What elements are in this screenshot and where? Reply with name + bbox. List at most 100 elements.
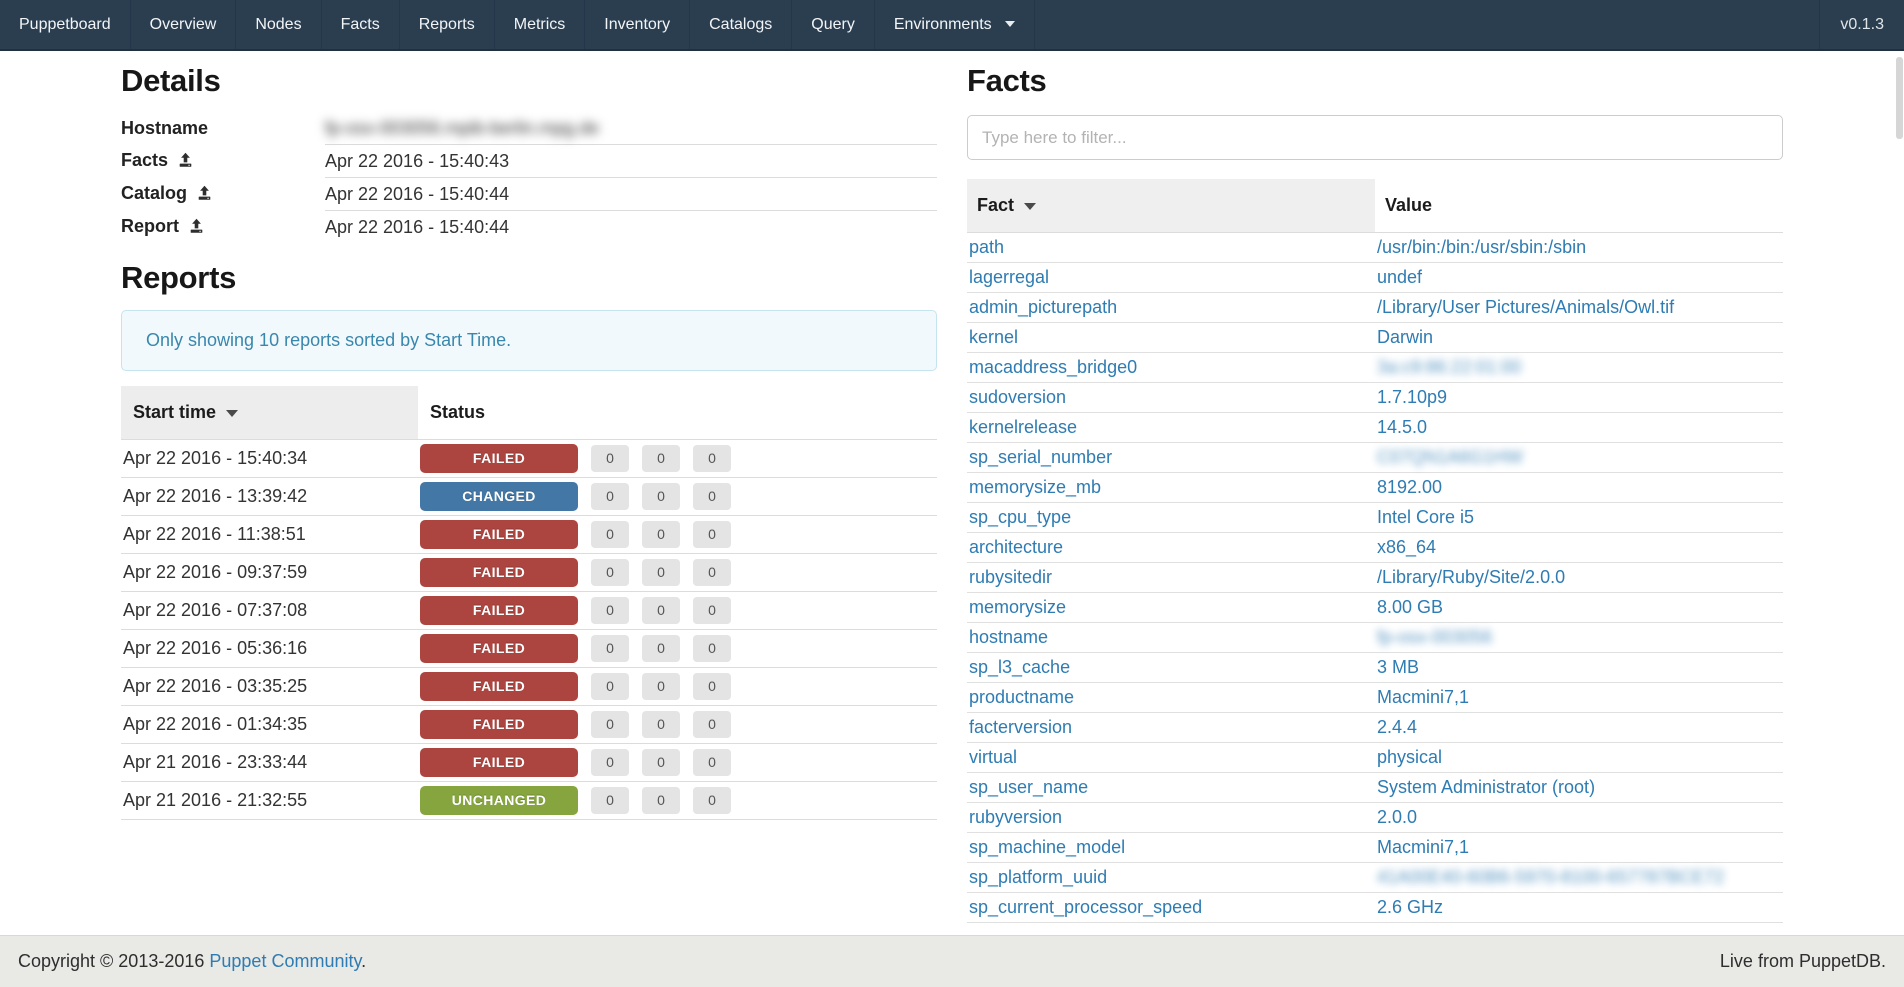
scrollbar-thumb[interactable] (1896, 57, 1903, 139)
fact-name-link[interactable]: rubysitedir (969, 567, 1052, 587)
reports-sort-header-start-time[interactable]: Start time (121, 386, 418, 440)
fact-name-link[interactable]: sp_platform_uuid (969, 867, 1107, 887)
report-row: Apr 22 2016 - 15:40:34FAILED000 (121, 439, 937, 477)
fact-name-link[interactable]: kernel (969, 327, 1018, 347)
count-chip: 0 (591, 597, 629, 624)
fact-value-link[interactable]: /usr/bin:/bin:/usr/sbin:/sbin (1377, 237, 1586, 257)
fact-value-link[interactable]: /Library/Ruby/Site/2.0.0 (1377, 567, 1565, 587)
nav-item-reports[interactable]: Reports (400, 0, 495, 49)
fact-name-link[interactable]: hostname (969, 627, 1048, 647)
fact-name-link[interactable]: sp_machine_model (969, 837, 1125, 857)
fact-name-link[interactable]: sp_user_name (969, 777, 1088, 797)
fact-row: sp_serial_number C07QN1A6G1HW (967, 443, 1783, 473)
count-chip: 0 (693, 445, 731, 472)
fact-name-link[interactable]: architecture (969, 537, 1063, 557)
fact-name-cell: sp_cpu_type (967, 503, 1375, 533)
fact-name-link[interactable]: macaddress_bridge0 (969, 357, 1137, 377)
fact-name-link[interactable]: sp_current_processor_speed (969, 897, 1202, 917)
nav-item-inventory[interactable]: Inventory (585, 0, 690, 49)
fact-name-link[interactable]: sp_cpu_type (969, 507, 1071, 527)
fact-name-link[interactable]: admin_picturepath (969, 297, 1117, 317)
fact-name-cell: kernelrelease (967, 413, 1375, 443)
fact-value-link[interactable]: undef (1377, 267, 1422, 287)
nav-items: OverviewNodesFactsReportsMetricsInventor… (131, 0, 875, 49)
fact-value-link[interactable]: 3 MB (1377, 657, 1419, 677)
fact-value-link[interactable]: 14.5.0 (1377, 417, 1427, 437)
fact-value-link[interactable]: x86_64 (1377, 537, 1436, 557)
puppet-community-link[interactable]: Puppet Community (209, 951, 361, 971)
nav-item-nodes[interactable]: Nodes (236, 0, 321, 49)
nav-brand[interactable]: Puppetboard (0, 0, 131, 49)
fact-name-link[interactable]: productname (969, 687, 1074, 707)
nav-item-environments[interactable]: Environments (875, 0, 1035, 49)
footer-copyright-prefix: Copyright © 2013-2016 (18, 951, 209, 971)
fact-name-link[interactable]: memorysize (969, 597, 1066, 617)
report-start-time: Apr 22 2016 - 05:36:16 (121, 629, 418, 667)
fact-name-cell: path (967, 233, 1375, 263)
nav-item-metrics[interactable]: Metrics (495, 0, 586, 49)
fact-name-link[interactable]: virtual (969, 747, 1017, 767)
fact-name-link[interactable]: lagerregal (969, 267, 1049, 287)
status-badge: FAILED (420, 634, 578, 663)
count-chip: 0 (642, 597, 680, 624)
nav-item-query[interactable]: Query (792, 0, 875, 49)
fact-value-link[interactable]: 8.00 GB (1377, 597, 1443, 617)
fact-row: macaddress_bridge0 3a:c9:86:22:01:00 (967, 353, 1783, 383)
fact-value-link[interactable]: /Library/User Pictures/Animals/Owl.tif (1377, 297, 1674, 317)
facts-header-value: Value (1375, 179, 1783, 233)
fact-value-link[interactable]: 8192.00 (1377, 477, 1442, 497)
fact-value-link[interactable]: C07QN1A6G1HW (1377, 447, 1523, 467)
fact-value-cell: Darwin (1375, 323, 1783, 353)
fact-value-link[interactable]: 2.4.4 (1377, 717, 1417, 737)
details-value: Apr 22 2016 - 15:40:44 (325, 211, 937, 244)
fact-value-cell: 3a:c9:86:22:01:00 (1375, 353, 1783, 383)
fact-value-link[interactable]: fp-osx-003056 (1377, 627, 1492, 647)
upload-icon[interactable] (196, 185, 213, 206)
fact-name-link[interactable]: rubyversion (969, 807, 1062, 827)
reports-header-status: Status (418, 386, 937, 440)
fact-name-link[interactable]: facterversion (969, 717, 1072, 737)
fact-name-link[interactable]: path (969, 237, 1004, 257)
fact-name-link[interactable]: memorysize_mb (969, 477, 1101, 497)
fact-value-link[interactable]: physical (1377, 747, 1442, 767)
fact-value-link[interactable]: 2.6 GHz (1377, 897, 1443, 917)
count-chip: 0 (591, 749, 629, 776)
fact-value-link[interactable]: Darwin (1377, 327, 1433, 347)
fact-value-link[interactable]: 2.0.0 (1377, 807, 1417, 827)
sort-desc-icon (226, 410, 238, 417)
upload-icon[interactable] (188, 218, 205, 239)
fact-name-link[interactable]: sp_l3_cache (969, 657, 1070, 677)
nav-item-facts[interactable]: Facts (322, 0, 400, 49)
fact-value-link[interactable]: 3a:c9:86:22:01:00 (1377, 357, 1521, 377)
fact-value-link[interactable]: Intel Core i5 (1377, 507, 1474, 527)
count-chip: 0 (693, 483, 731, 510)
fact-name-link[interactable]: kernelrelease (969, 417, 1077, 437)
fact-value-cell: fp-osx-003056 (1375, 623, 1783, 653)
count-chip: 0 (591, 711, 629, 738)
report-status-cell: FAILED000 (418, 743, 937, 781)
details-label: Hostname (121, 113, 325, 145)
report-row: Apr 21 2016 - 23:33:44FAILED000 (121, 743, 937, 781)
fact-value-link[interactable]: Macmini7,1 (1377, 687, 1469, 707)
footer-copyright: Copyright © 2013-2016 Puppet Community. (18, 951, 366, 972)
facts-sort-header-fact[interactable]: Fact (967, 179, 1375, 233)
fact-value-link[interactable]: 1.7.10p9 (1377, 387, 1447, 407)
nav-item-catalogs[interactable]: Catalogs (690, 0, 792, 49)
fact-value-link[interactable]: Macmini7,1 (1377, 837, 1469, 857)
report-start-time: Apr 22 2016 - 09:37:59 (121, 553, 418, 591)
fact-value-link[interactable]: System Administrator (root) (1377, 777, 1595, 797)
nav-environments-label: Environments (894, 16, 992, 33)
fact-row: sp_machine_model Macmini7,1 (967, 833, 1783, 863)
fact-name-link[interactable]: sudoversion (969, 387, 1066, 407)
fact-value-link[interactable]: 41A00E40-60B6-5970-8100-657787BCE72 (1377, 867, 1724, 887)
count-chip: 0 (693, 673, 731, 700)
fact-row: kernelrelease 14.5.0 (967, 413, 1783, 443)
nav-item-overview[interactable]: Overview (131, 0, 237, 49)
upload-icon[interactable] (177, 152, 194, 173)
count-chip: 0 (642, 559, 680, 586)
fact-name-link[interactable]: sp_serial_number (969, 447, 1112, 467)
facts-filter-input[interactable] (967, 115, 1783, 160)
count-chip: 0 (642, 445, 680, 472)
fact-value-cell: System Administrator (root) (1375, 773, 1783, 803)
count-chip: 0 (693, 521, 731, 548)
